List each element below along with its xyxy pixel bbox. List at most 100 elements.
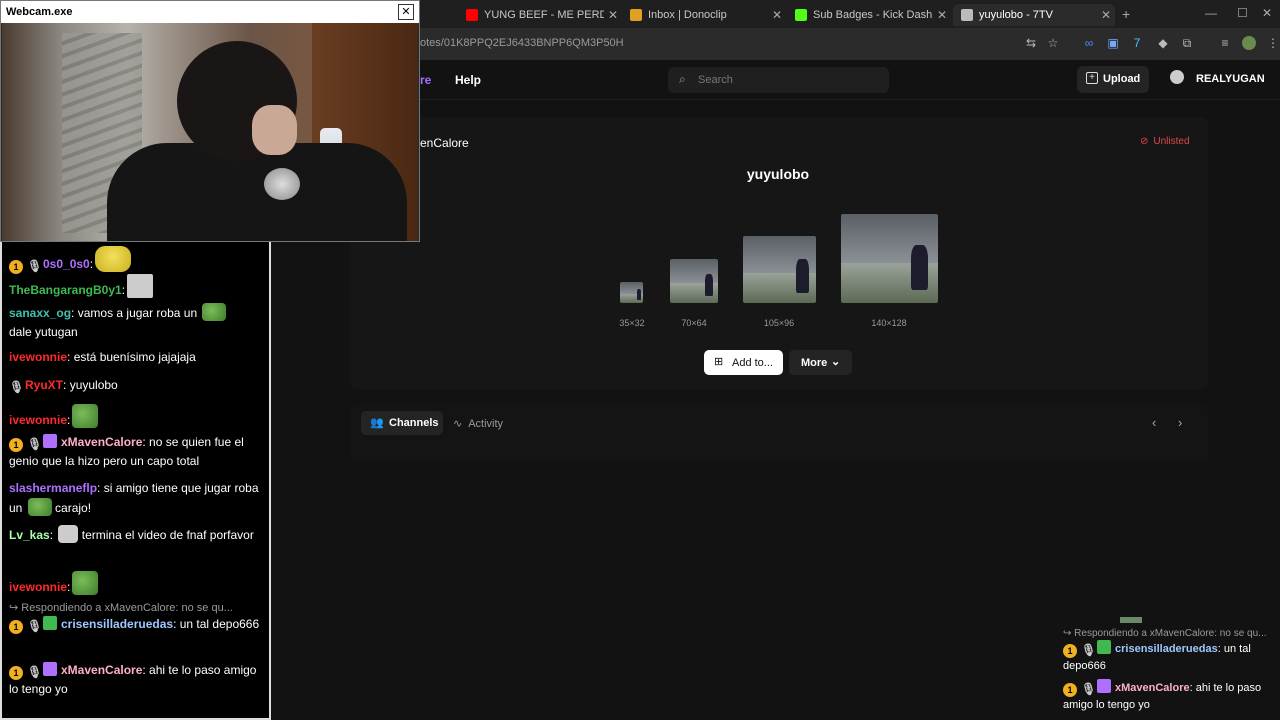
browser-tab-youtube[interactable]: YUNG BEEF - ME PERDI EN MA ✕ [458, 4, 622, 26]
avatar[interactable] [1170, 70, 1184, 84]
prev-page-icon[interactable]: ‹ [1152, 415, 1156, 430]
close-window-icon[interactable]: ✕ [1262, 6, 1272, 20]
emote-owner[interactable]: enCalore [420, 136, 469, 150]
add-to-button[interactable]: ⊞ Add to... [704, 350, 783, 375]
chat-message: slashermaneflp: si amigo tiene que jugar… [9, 479, 261, 518]
emote-preview-1x[interactable] [620, 282, 643, 303]
chat-username[interactable]: 0s0_0s0 [43, 257, 90, 271]
mic-badge-icon: 🎙 [27, 437, 43, 451]
sub-badge-icon: 1 [9, 620, 23, 634]
chat-username[interactable]: RyuXT [25, 378, 63, 392]
webcam-titlebar[interactable]: Webcam.exe ✕ [1, 1, 419, 23]
upload-button[interactable]: + Upload [1077, 66, 1149, 93]
sub-badge-icon: 1 [1063, 644, 1077, 658]
browser-tab-7tv[interactable]: yuyulobo - 7TV ✕ [953, 4, 1115, 26]
chat-username[interactable]: ivewonnie [9, 580, 67, 594]
chat-username[interactable]: ivewonnie [9, 350, 67, 364]
tab-channels-label: Channels [389, 417, 439, 429]
chat-message: ivewonnie: está buenísimo jajajaja [9, 348, 261, 367]
mic-badge-icon: 🎙 [1081, 643, 1097, 657]
mic-badge-icon: 🎙 [9, 380, 25, 394]
channels-activity-panel [350, 405, 1208, 462]
extension-icon[interactable]: ∞ [1082, 36, 1096, 50]
chat-username[interactable]: xMavenCalore [61, 663, 142, 677]
emote-preview-4x[interactable] [841, 214, 938, 303]
tab-channels[interactable]: 👥 Channels [361, 411, 443, 435]
search-icon: ⌕ [679, 72, 686, 86]
activity-icon: ∿ [453, 418, 463, 430]
chevron-down-icon: ⌄ [831, 356, 841, 368]
folder-plus-icon: ⊞ [714, 356, 724, 368]
size-label: 70×64 [681, 318, 707, 328]
chat-message: ivewonnie: [9, 404, 261, 430]
chat-separator: : [121, 283, 126, 297]
translate-extension-icon[interactable]: ▣ [1106, 36, 1120, 50]
chat-username[interactable]: xMavenCalore [61, 435, 142, 449]
more-button[interactable]: More ⌄ [789, 350, 852, 375]
chat-username[interactable]: slashermaneflp [9, 481, 97, 495]
tab-activity-label: Activity [468, 418, 504, 430]
plus-icon: + [1086, 72, 1098, 84]
emote-icon [58, 525, 79, 543]
browser-tab-donoclip[interactable]: Inbox | Donoclip ✕ [622, 4, 786, 26]
chat-username[interactable]: Lv_kas [9, 528, 50, 542]
username[interactable]: REALYUGAN [1196, 73, 1265, 85]
mic-badge-icon: 🎙 [1081, 682, 1097, 696]
close-tab-icon[interactable]: ✕ [772, 8, 782, 22]
chat-text: está buenísimo jajajaja [70, 350, 196, 364]
chat-username[interactable]: TheBangarangB0y1 [9, 283, 122, 297]
chat-text: un tal depo666 [176, 617, 260, 631]
translate-icon[interactable]: ⇆ [1024, 36, 1038, 50]
chat-text: termina el video de fnaf porfavor [81, 528, 254, 542]
close-tab-icon[interactable]: ✕ [937, 8, 947, 22]
minimize-icon[interactable]: — [1205, 6, 1217, 20]
emote-preview-2x[interactable] [670, 259, 718, 303]
image-emote-icon [127, 274, 154, 298]
add-to-label: Add to... [732, 357, 773, 369]
maximize-icon[interactable]: ☐ [1237, 6, 1248, 20]
size-label: 35×32 [619, 318, 645, 328]
tab-search-icon[interactable]: ≡ [1218, 36, 1232, 50]
chat-text: yuyulobo [66, 378, 118, 392]
next-page-icon[interactable]: › [1178, 415, 1182, 430]
close-icon[interactable]: ✕ [398, 4, 414, 20]
search-placeholder: Search [698, 74, 733, 86]
7tv-extension-icon[interactable]: 7 [1130, 36, 1144, 50]
chat-username[interactable]: ivewonnie [9, 413, 67, 427]
url-field[interactable]: otes/01K8PPQ2EJ6433BNPP6QM3P50H [420, 37, 624, 49]
search-input[interactable]: ⌕ Search [668, 67, 889, 93]
chat-message: 1 🎙 crisensilladeruedas: un tal depo666 [1063, 640, 1273, 674]
puzzle-icon[interactable]: ⧉ [1180, 36, 1194, 50]
eye-off-icon: ⊘ [1140, 136, 1149, 147]
chat-username[interactable]: sanaxx_og [9, 306, 71, 320]
emote-preview-3x[interactable] [743, 236, 816, 303]
close-tab-icon[interactable]: ✕ [608, 8, 618, 22]
menu-dots-icon[interactable]: ⋮ [1266, 36, 1280, 50]
chat-username[interactable]: xMavenCalore [1115, 682, 1190, 694]
chat-text: dale yutugan [9, 325, 78, 339]
webcam-feed [2, 23, 418, 241]
pepe-emote-icon [72, 404, 99, 428]
browser-tab-kick[interactable]: Sub Badges - Kick Dashboard ✕ [787, 4, 951, 26]
status-label: Unlisted [1153, 136, 1190, 147]
new-tab-button[interactable]: + [1122, 6, 1130, 22]
diamond-extension-icon[interactable]: ◆ [1156, 36, 1170, 50]
users-icon: 👥 [370, 417, 384, 429]
close-tab-icon[interactable]: ✕ [1101, 8, 1111, 22]
chat-separator: : [67, 580, 71, 594]
pepe-emote-icon [27, 498, 52, 516]
tab-activity[interactable]: ∿ Activity [453, 417, 503, 430]
nav-explore[interactable]: re [420, 73, 431, 87]
emote-title: yuyulobo [746, 166, 810, 182]
sub-badge-icon: 1 [9, 260, 23, 274]
chat-separator: : [67, 413, 71, 427]
upload-label: Upload [1103, 73, 1141, 85]
bookmark-star-icon[interactable]: ☆ [1046, 36, 1060, 50]
chat-username[interactable]: crisensilladeruedas [1115, 643, 1218, 655]
chat-username[interactable]: crisensilladeruedas [61, 617, 173, 631]
nav-help[interactable]: Help [455, 73, 481, 87]
webcam-window[interactable]: Webcam.exe ✕ [0, 0, 420, 242]
chat-message: 1 🎙 xMavenCalore: ahi te lo paso amigo lo … [9, 661, 261, 699]
profile-avatar-icon[interactable] [1242, 36, 1256, 50]
gift-badge-icon [43, 662, 57, 676]
